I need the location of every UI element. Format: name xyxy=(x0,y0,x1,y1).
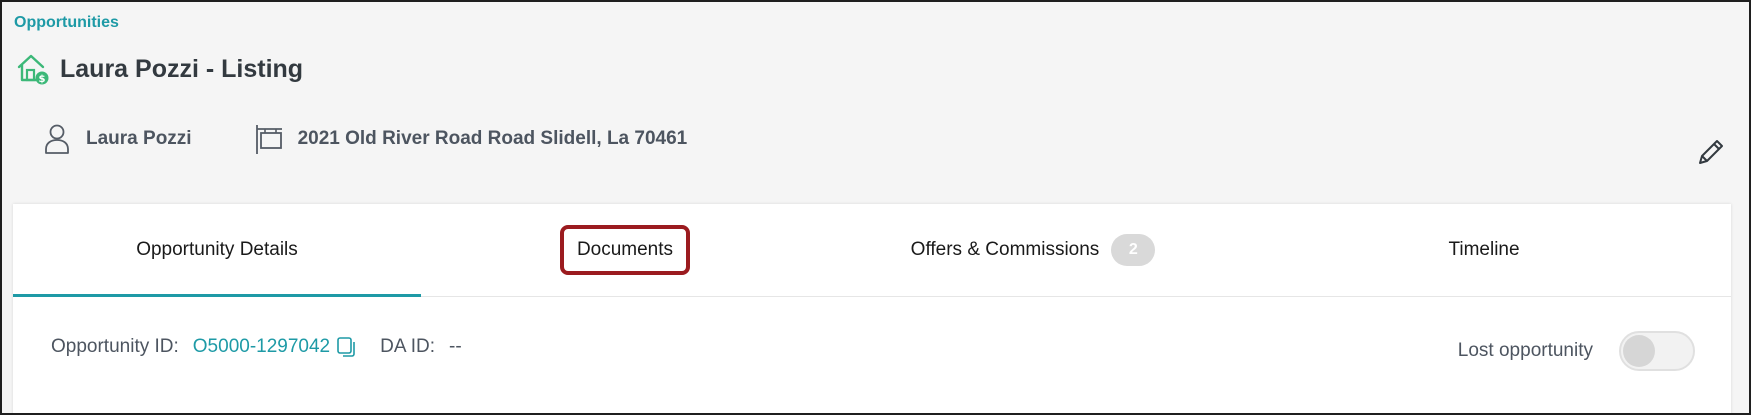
opportunity-card: Opportunity Details Documents Offers & C… xyxy=(13,204,1731,413)
pencil-icon[interactable] xyxy=(1695,136,1727,168)
breadcrumb-opportunities[interactable]: Opportunities xyxy=(14,14,119,32)
tab-label: Documents xyxy=(559,225,691,275)
tab-documents[interactable]: Documents xyxy=(421,204,829,296)
property-sign-icon xyxy=(255,125,282,154)
contact-item: Laura Pozzi xyxy=(42,123,192,155)
copy-icon[interactable] xyxy=(336,336,358,358)
tab-bar: Opportunity Details Documents Offers & C… xyxy=(13,204,1731,297)
details-row: Opportunity ID: O5000-1297042 DA ID: -- xyxy=(51,336,462,358)
page-title: Laura Pozzi - Listing xyxy=(60,54,304,83)
title-row: $ Laura Pozzi - Listing xyxy=(16,52,303,86)
house-dollar-icon: $ xyxy=(17,54,49,85)
opportunity-id-link[interactable]: O5000-1297042 xyxy=(193,336,330,358)
da-id-label: DA ID: xyxy=(380,336,436,357)
person-icon xyxy=(45,124,69,154)
tab-label: Offers & Commissions xyxy=(910,239,1100,260)
property-address: 2021 Old River Road Road Slidell, La 704… xyxy=(297,128,688,149)
tab-timeline[interactable]: Timeline xyxy=(1237,204,1731,296)
contact-name: Laura Pozzi xyxy=(86,128,192,149)
tab-label: Opportunity Details xyxy=(136,239,298,260)
lost-opportunity-toggle[interactable] xyxy=(1619,331,1695,371)
tab-label: Timeline xyxy=(1448,239,1520,260)
toggle-knob xyxy=(1623,335,1655,367)
address-item: 2021 Old River Road Road Slidell, La 704… xyxy=(254,123,688,155)
count-badge: 2 xyxy=(1111,234,1156,266)
meta-row: Laura Pozzi 2021 Old River Road Road Sli… xyxy=(42,123,749,155)
svg-text:$: $ xyxy=(39,74,46,85)
tab-opportunity-details[interactable]: Opportunity Details xyxy=(13,204,421,297)
lost-opportunity-row: Lost opportunity xyxy=(1458,331,1695,371)
da-id-value: -- xyxy=(449,336,462,357)
opportunity-id-label: Opportunity ID: xyxy=(51,336,179,357)
opportunity-page: Opportunities $ Laura Pozzi - Listing La… xyxy=(0,0,1751,415)
lost-opportunity-label: Lost opportunity xyxy=(1457,340,1593,361)
tab-offers-commissions[interactable]: Offers & Commissions 2 xyxy=(829,204,1237,296)
